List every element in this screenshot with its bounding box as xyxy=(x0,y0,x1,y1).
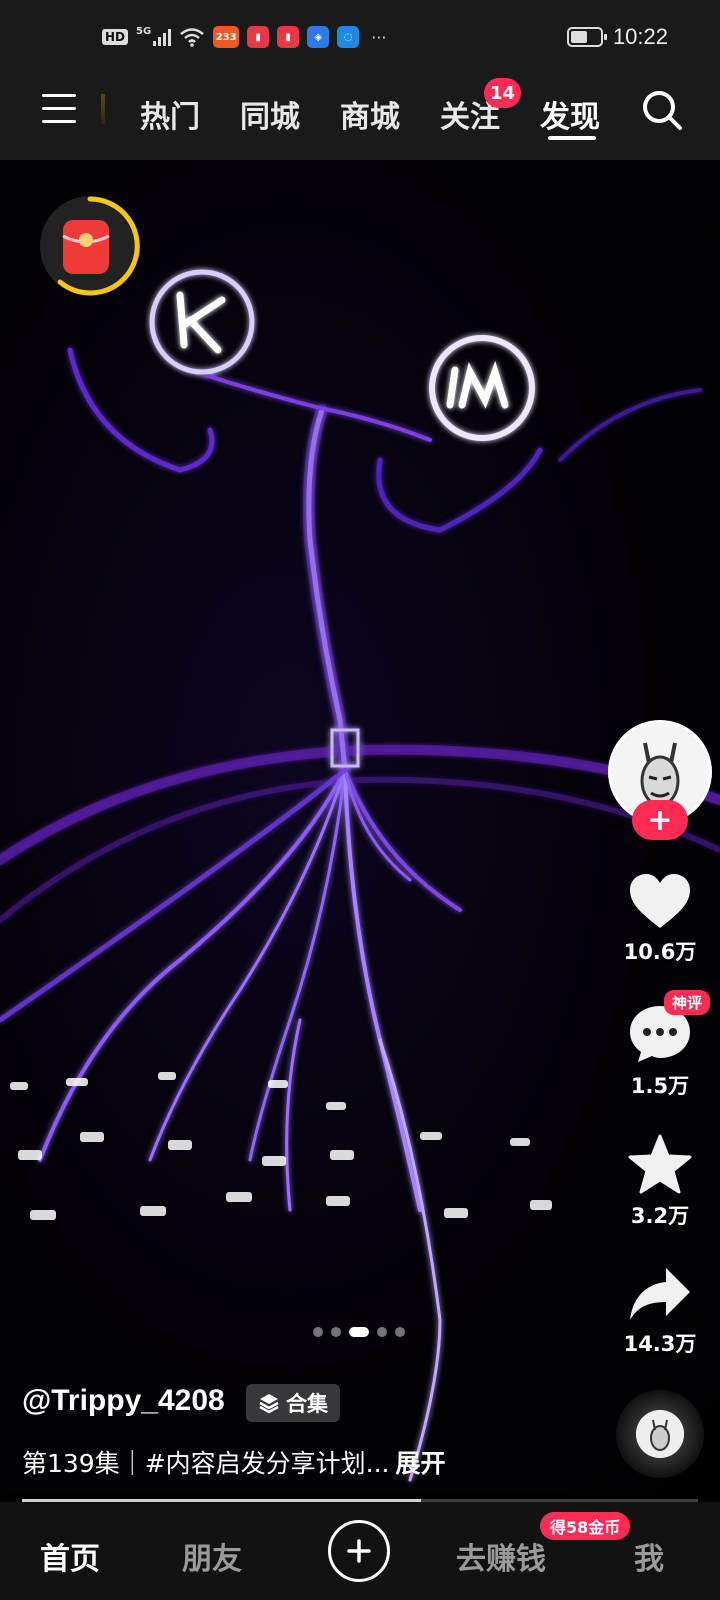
follow-button[interactable]: + xyxy=(632,800,688,840)
nav-me[interactable]: 我 xyxy=(634,1534,664,1578)
tab-local[interactable]: 同城 xyxy=(240,92,300,136)
like-action[interactable]: 10.6万 xyxy=(610,872,710,966)
wifi-icon xyxy=(180,28,204,47)
carousel-dot-active[interactable] xyxy=(349,1327,369,1337)
heart-icon xyxy=(630,874,690,928)
like-count: 10.6万 xyxy=(623,940,697,964)
create-post-button[interactable] xyxy=(328,1520,390,1582)
red-packet-icon xyxy=(57,196,140,296)
nav-home[interactable]: 首页 xyxy=(40,1534,100,1578)
book-app-2-icon: ▮ xyxy=(277,26,300,48)
nav-divider xyxy=(101,94,105,124)
bulb-app-icon: ◌ xyxy=(337,26,360,48)
carousel-dot[interactable] xyxy=(313,1327,323,1337)
tab-hot[interactable]: 热门 xyxy=(140,92,200,136)
star-icon xyxy=(628,1134,692,1194)
signal-icon xyxy=(153,28,172,46)
favorite-count: 3.2万 xyxy=(630,1204,690,1228)
status-right: 10:22 xyxy=(566,24,668,50)
hd-indicator: HD xyxy=(102,29,129,45)
app-233-icon: 233 xyxy=(213,26,240,48)
status-bar: HD 5G 233 ▮ ▮ ◈ ◌ ··· 10:22 xyxy=(0,0,720,78)
status-left: HD 5G 233 ▮ ▮ ◈ ◌ ··· xyxy=(102,26,386,48)
clock: 10:22 xyxy=(612,24,668,49)
share-count: 14.3万 xyxy=(623,1332,697,1356)
comment-action[interactable]: 1.5万 xyxy=(610,1004,710,1100)
nav-earn[interactable]: 去赚钱 xyxy=(456,1534,546,1578)
active-tab-indicator xyxy=(548,136,596,140)
tab-discover[interactable]: 发现 xyxy=(540,92,600,136)
plus-icon xyxy=(347,1539,371,1563)
book-app-icon: ▮ xyxy=(247,26,270,48)
network-type: 5G xyxy=(136,26,152,37)
music-cover-icon xyxy=(636,1410,684,1458)
carousel-dot[interactable] xyxy=(395,1327,405,1337)
cube-app-icon: ◈ xyxy=(307,26,330,48)
top-nav: 热门 同城 商城 关注 14 发现 xyxy=(0,78,720,160)
bottom-nav: 首页 朋友 去赚钱 得58金币 我 xyxy=(0,1502,720,1600)
share-action[interactable]: 14.3万 xyxy=(610,1266,710,1358)
nav-friends[interactable]: 朋友 xyxy=(182,1534,242,1578)
tab-mall[interactable]: 商城 xyxy=(340,92,400,136)
carousel-dot[interactable] xyxy=(331,1327,341,1337)
more-notifications-icon: ··· xyxy=(371,27,387,47)
video-caption[interactable]: 第139集｜#内容启发分享计划... 展开 xyxy=(22,1444,446,1480)
menu-icon[interactable] xyxy=(42,92,76,126)
image-carousel-dots xyxy=(313,1327,405,1337)
comment-count: 1.5万 xyxy=(630,1074,690,1098)
expand-caption-link[interactable]: 展开 xyxy=(396,1449,446,1478)
carousel-dot[interactable] xyxy=(377,1327,387,1337)
favorite-action[interactable]: 3.2万 xyxy=(610,1134,710,1230)
following-count-badge: 14 xyxy=(484,78,522,108)
search-icon[interactable] xyxy=(640,88,684,132)
red-packet-button[interactable] xyxy=(40,196,140,296)
author-name[interactable]: @Trippy_4208 xyxy=(22,1384,225,1418)
caption-text: 第139集｜#内容启发分享计划... xyxy=(22,1449,390,1478)
top-comment-badge: 神评 xyxy=(664,990,711,1015)
earn-coins-badge: 得58金币 xyxy=(540,1512,631,1540)
battery-icon xyxy=(566,27,607,47)
music-disc[interactable] xyxy=(616,1390,704,1478)
layers-icon xyxy=(259,1394,279,1414)
share-icon xyxy=(630,1268,690,1320)
collection-label: 合集 xyxy=(286,1392,328,1416)
collection-button[interactable]: 合集 xyxy=(246,1384,340,1422)
